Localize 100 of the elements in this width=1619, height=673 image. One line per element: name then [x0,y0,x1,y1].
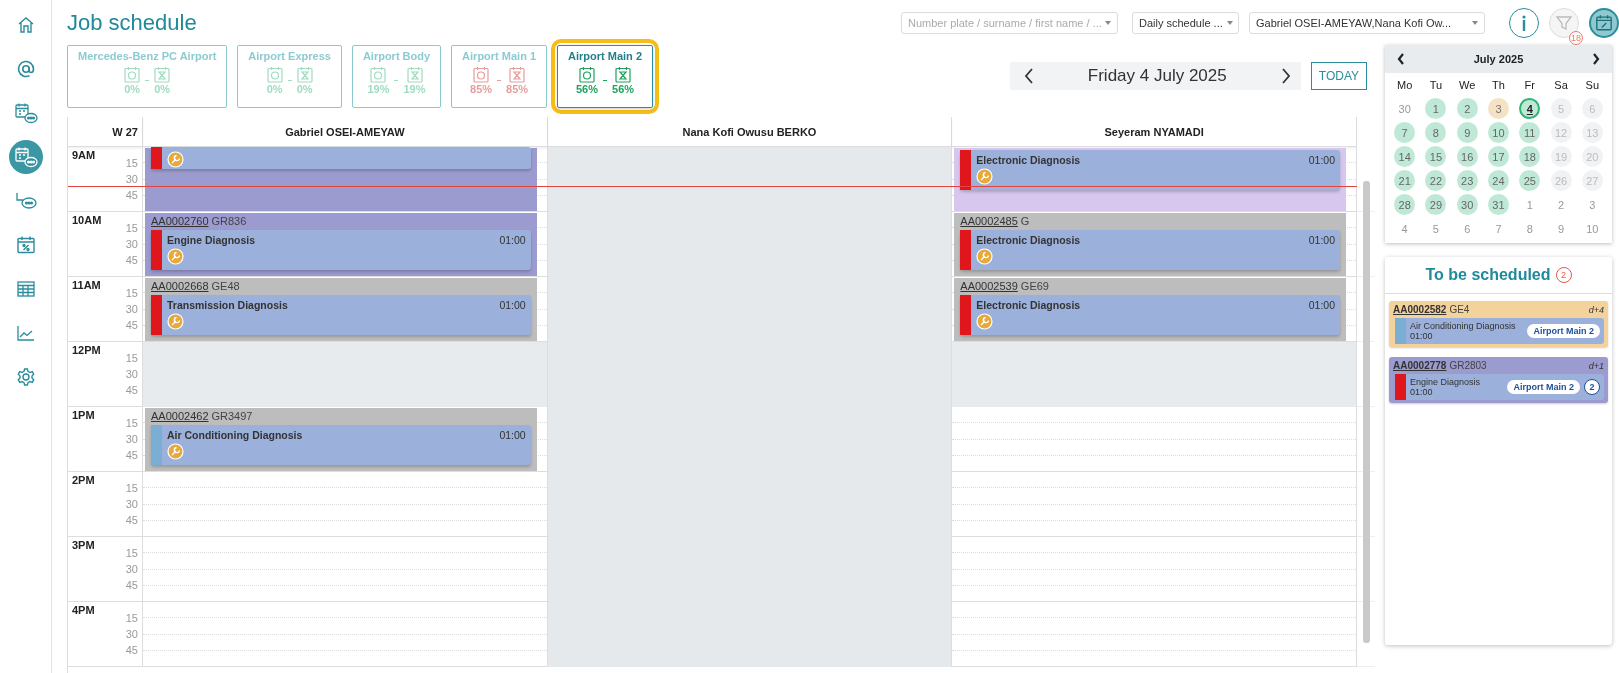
site-card[interactable]: Airport Main 2 56% 56% [557,45,653,108]
minute-label: 30 [125,498,138,510]
calendar-day[interactable]: 15 [1425,146,1447,167]
calendar-day[interactable]: 5 [1425,218,1447,239]
calendar-day[interactable]: 4 [1519,98,1541,119]
job-block[interactable]: AA0002485 G Electronic Diagnosis 01:00 [954,213,1346,276]
next-month-icon[interactable] [1592,53,1600,65]
calendar-day[interactable]: 7 [1394,122,1416,143]
job-number-link[interactable]: AA0002462 [151,410,209,425]
minute-label: 45 [125,514,138,526]
task-card[interactable]: Air Conditioning Diagnosis 01:00 Airport Main 2 [1395,318,1604,344]
calendar-day[interactable]: 18 [1519,146,1541,167]
search-field[interactable]: Number plate / surname / first name / ... [901,11,1118,34]
calendar-day[interactable]: 29 [1425,194,1447,215]
calendar-day[interactable]: 16 [1456,146,1478,167]
calendar-day[interactable]: 30 [1394,98,1416,119]
waiting-percentage: 19% [403,83,426,95]
job-block[interactable] [145,148,537,211]
job-number-link[interactable]: AA0002778 [1393,360,1447,371]
job-number-link[interactable]: AA0002760 [151,215,209,230]
resource-dropdown[interactable]: Gabriel OSEI-AMEYAW,Nana Kofi Ow... [1249,11,1485,34]
calendar-day[interactable]: 7 [1488,218,1509,239]
wrench-icon [167,313,184,330]
job-block[interactable]: AA0002462 GR3497 Air Conditioning Diagnosis 01:00 [145,408,537,471]
page-title: Job schedule [67,9,197,36]
wrench-icon [976,313,994,330]
task-card[interactable]: Electronic Diagnosis 01:00 [960,150,1340,190]
car-calendar-icon [124,66,141,83]
hourglass-calendar-icon [296,66,313,83]
calendar-day[interactable]: 3 [1581,194,1603,215]
calendar-day[interactable]: 30 [1456,194,1478,215]
calendar-day[interactable]: 2 [1550,194,1572,215]
info-button[interactable] [1509,7,1539,38]
calendar-day[interactable]: 1 [1519,194,1541,215]
previous-month-icon[interactable] [1397,53,1405,65]
calendar-day[interactable]: 8 [1425,122,1447,143]
weekday-label: Th [1491,78,1506,93]
number-plate: GE4 [1449,304,1470,315]
calendar-day[interactable]: 10 [1488,122,1509,143]
calendar-day[interactable]: 1 [1425,98,1447,119]
today-button[interactable]: TODAY [1310,62,1367,90]
wrench-icon [976,168,994,185]
calendar-day[interactable]: 9 [1456,122,1478,143]
calendar-day[interactable]: 8 [1519,218,1541,239]
calendar-day[interactable]: 24 [1488,170,1509,191]
task-duration: 01:00 [499,429,526,441]
task-name: Engine Diagnosis [167,234,256,246]
task-card[interactable]: Engine Diagnosis 01:00 Airport Main 2 2 [1395,374,1604,400]
sidebar-item[interactable] [8,140,43,174]
chevron-right-icon [1280,67,1291,85]
calendar-day[interactable]: 3 [1488,98,1509,119]
at-sign-icon [15,59,36,79]
capacity-view-button[interactable] [1589,7,1619,38]
job-number-link[interactable]: AA0002485 [960,215,1018,230]
settings-icon [15,367,36,387]
calendar-day[interactable]: 14 [1394,146,1416,167]
job-block[interactable]: AA0002668 GE48 Transmission Diagnosis 01:00 [145,278,537,341]
task-name: Air Conditioning Diagnosis [1410,321,1517,331]
calendar-day[interactable]: 11 [1519,122,1541,143]
job-number-link[interactable]: AA0002582 [1393,304,1447,315]
count-badge: 2 [1584,379,1600,395]
task-card[interactable]: Air Conditioning Diagnosis 01:00 [151,425,531,465]
job-block[interactable]: AA0002760 GR836 Engine Diagnosis 01:00 [145,213,537,276]
calendar-day[interactable]: 31 [1488,194,1509,215]
scrollbar[interactable] [1363,181,1370,643]
previous-day-button[interactable] [1023,67,1034,85]
calendar-day[interactable]: 25 [1519,170,1541,191]
calendar-day[interactable]: 9 [1550,218,1572,239]
site-tag: Airport Main 2 [1527,324,1600,338]
hour-label: 11AM [72,279,101,291]
number-plate: G [1020,215,1030,229]
minute-label: 30 [125,238,138,250]
calendar-day[interactable]: 22 [1425,170,1447,191]
calendar-day[interactable]: 10 [1581,218,1603,239]
calendar-day[interactable]: 17 [1488,146,1509,167]
next-day-button[interactable] [1280,67,1291,85]
table-icon [15,279,36,299]
unscheduled-job-card[interactable]: AA0002582 GE4 d+4 Air Conditioning Diagnosis 01:00 Airport Main 2 [1389,301,1608,347]
task-card[interactable]: Electronic Diagnosis 01:00 [960,230,1340,270]
weekday-label: Sa [1553,78,1569,93]
minute-label: 15 [125,417,138,429]
view-dropdown[interactable]: Daily schedule ... [1132,11,1239,34]
job-block[interactable]: AA0002539 GE69 Electronic Diagnosis 01:00 [954,278,1346,341]
task-card[interactable]: Electronic Diagnosis 01:00 [960,295,1340,335]
calendar-day[interactable]: 2 [1456,98,1478,119]
job-block[interactable]: Electronic Diagnosis 01:00 [954,148,1346,211]
job-number-link[interactable]: AA0002668 [151,280,209,295]
job-number-link[interactable]: AA0002539 [960,280,1018,295]
number-plate: GE69 [1020,280,1049,294]
task-card[interactable]: Transmission Diagnosis 01:00 [151,295,531,335]
unscheduled-job-card[interactable]: AA0002778 GR2803 d+1 Engine Diagnosis 01:00 Airport Main 2 2 [1389,357,1608,403]
calendar-day[interactable]: 6 [1456,218,1478,239]
hour-label: 3PM [72,539,95,551]
calendar-day[interactable]: 4 [1394,218,1416,239]
calendar-day[interactable]: 28 [1394,194,1416,215]
calendar-day[interactable]: 23 [1456,170,1478,191]
calendar-day[interactable]: 21 [1394,170,1416,191]
task-card[interactable] [151,147,531,169]
current-date: Friday 4 July 2025 [1087,66,1227,86]
task-card[interactable]: Engine Diagnosis 01:00 [151,230,531,270]
